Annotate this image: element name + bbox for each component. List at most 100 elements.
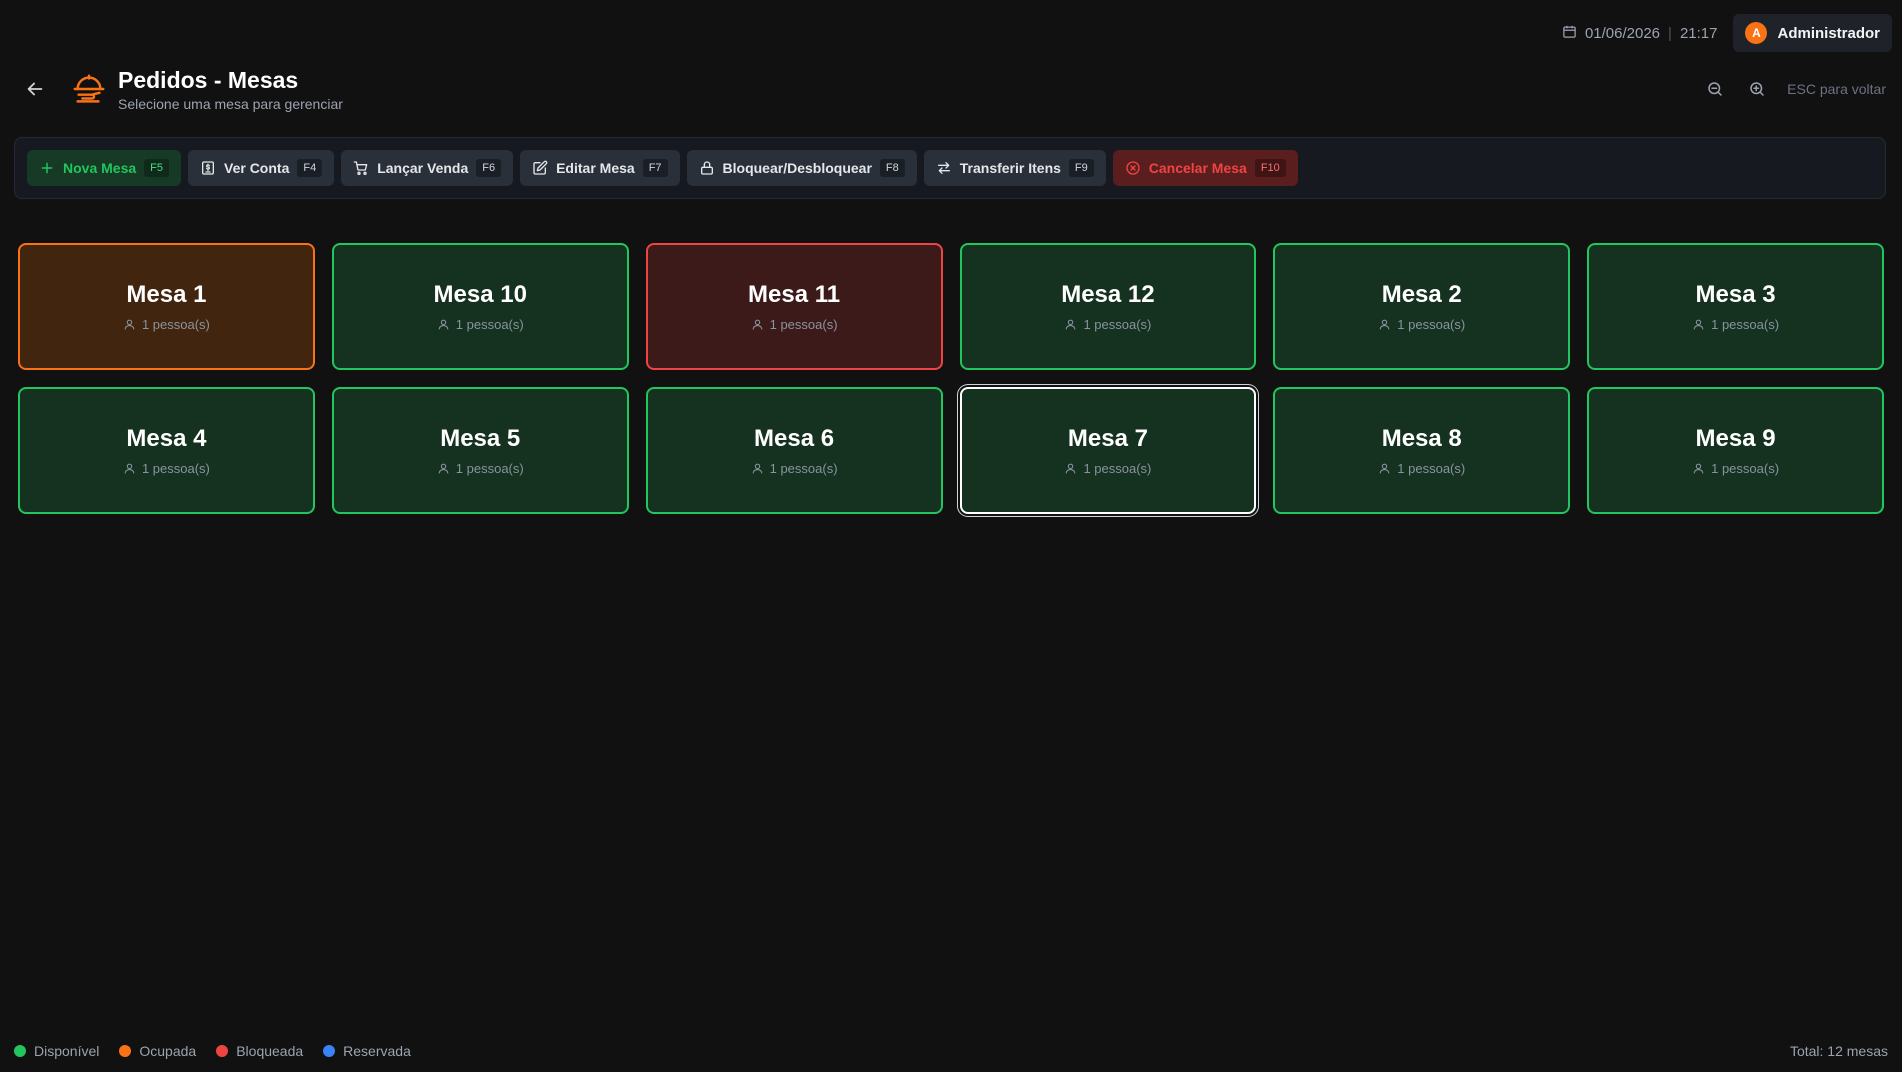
- people-count: 1 pessoa(s): [1711, 461, 1780, 476]
- legend-label: Bloqueada: [236, 1043, 304, 1059]
- table-people: 1 pessoa(s): [1378, 317, 1465, 332]
- person-icon: [1379, 319, 1390, 330]
- table-people: 1 pessoa(s): [751, 461, 838, 476]
- table-card[interactable]: Mesa 9 1 pessoa(s): [1587, 387, 1884, 514]
- person-icon: [438, 463, 449, 474]
- status-dot: [216, 1045, 229, 1057]
- transfer-items-button[interactable]: Transferir Itens F9: [923, 150, 1106, 186]
- legend-item-ocupada: Ocupada: [119, 1043, 196, 1059]
- datetime: 01/06/2026 | 21:17: [1562, 24, 1718, 43]
- new-table-button[interactable]: Nova Mesa F5: [27, 150, 181, 186]
- person-icon: [752, 319, 762, 330]
- button-label: Cancelar Mesa: [1148, 160, 1247, 176]
- table-card[interactable]: Mesa 2 1 pessoa(s): [1273, 243, 1571, 370]
- launch-sale-button[interactable]: Lançar Venda F6: [341, 150, 514, 186]
- table-people: 1 pessoa(s): [1064, 461, 1151, 476]
- table-name: Mesa 5: [440, 425, 521, 452]
- zoom-in-icon: [1750, 82, 1764, 96]
- cancel-circle-icon: [1126, 161, 1140, 175]
- shortcut-key: F8: [879, 159, 905, 177]
- zoom-out-button[interactable]: [1703, 77, 1727, 101]
- table-name: Mesa 9: [1695, 425, 1776, 452]
- table-people: 1 pessoa(s): [751, 317, 838, 332]
- page-header: Pedidos - Mesas Selecione uma mesa para …: [22, 64, 1886, 114]
- person-icon: [1066, 463, 1076, 474]
- cart-icon: [353, 161, 368, 175]
- table-card[interactable]: Mesa 5 1 pessoa(s): [331, 387, 629, 514]
- table-name: Mesa 1: [126, 281, 207, 308]
- table-people: 1 pessoa(s): [1692, 317, 1779, 332]
- person-icon: [752, 463, 762, 474]
- table-people: 1 pessoa(s): [1692, 461, 1779, 476]
- table-people: 1 pessoa(s): [437, 317, 524, 332]
- people-count: 1 pessoa(s): [141, 461, 210, 476]
- table-name: Mesa 12: [1061, 281, 1155, 308]
- esc-hint: ESC para voltar: [1787, 81, 1886, 97]
- table-card[interactable]: Mesa 3 1 pessoa(s): [1587, 243, 1884, 370]
- table-card[interactable]: Mesa 4 1 pessoa(s): [18, 387, 315, 514]
- people-count: 1 pessoa(s): [455, 461, 524, 476]
- table-people: 1 pessoa(s): [437, 461, 524, 476]
- people-count: 1 pessoa(s): [769, 317, 838, 332]
- receipt-icon: [202, 161, 214, 175]
- time-text: 21:17: [1679, 24, 1718, 42]
- total-count: Total: 12 mesas: [1789, 1043, 1888, 1059]
- title-block: Pedidos - Mesas Selecione uma mesa para …: [118, 66, 343, 112]
- legend-label: Ocupada: [139, 1043, 197, 1059]
- people-count: 1 pessoa(s): [455, 317, 524, 332]
- legend-label: Disponível: [34, 1043, 100, 1059]
- person-icon: [438, 319, 449, 330]
- edit-table-button[interactable]: Editar Mesa F7: [520, 150, 680, 186]
- page-subtitle: Selecione uma mesa para gerenciar: [118, 96, 343, 112]
- table-card[interactable]: Mesa 12 1 pessoa(s): [959, 243, 1257, 370]
- back-button[interactable]: [22, 76, 48, 102]
- transfer-icon: [937, 162, 950, 174]
- table-name: Mesa 10: [433, 281, 527, 308]
- table-card[interactable]: Mesa 6 1 pessoa(s): [645, 387, 943, 514]
- zoom-in-button[interactable]: [1745, 77, 1769, 101]
- table-people: 1 pessoa(s): [123, 317, 210, 332]
- table-name: Mesa 2: [1381, 281, 1462, 308]
- button-label: Transferir Itens: [959, 160, 1061, 176]
- table-card-selected[interactable]: Mesa 7 1 pessoa(s): [959, 387, 1257, 514]
- legend-item-reservada: Reservada: [323, 1043, 411, 1059]
- table-card[interactable]: Mesa 1 1 pessoa(s): [18, 243, 315, 370]
- person-icon: [1693, 463, 1704, 474]
- people-count: 1 pessoa(s): [1083, 317, 1152, 332]
- plus-icon: [41, 162, 53, 174]
- status-dot: [14, 1045, 26, 1057]
- table-card[interactable]: Mesa 8 1 pessoa(s): [1273, 387, 1571, 514]
- table-name: Mesa 6: [754, 425, 835, 452]
- shortcut-key: F10: [1254, 159, 1286, 177]
- people-count: 1 pessoa(s): [769, 461, 838, 476]
- table-name: Mesa 3: [1695, 281, 1776, 308]
- people-count: 1 pessoa(s): [1397, 317, 1466, 332]
- table-people: 1 pessoa(s): [1064, 317, 1151, 332]
- tables-grid: Mesa 1 1 pessoa(s) Mesa 10 1 pessoa(s) M…: [18, 243, 1884, 514]
- legend-item-disponivel: Disponível: [14, 1043, 99, 1059]
- table-people: 1 pessoa(s): [1378, 461, 1465, 476]
- date-text: 01/06/2026: [1584, 24, 1661, 42]
- datetime-separator: |: [1668, 24, 1672, 42]
- header-actions: ESC para voltar: [1703, 77, 1886, 101]
- avatar: A: [1745, 22, 1768, 44]
- person-icon: [1379, 463, 1390, 474]
- table-name: Mesa 8: [1381, 425, 1462, 452]
- lock-unlock-button[interactable]: Bloquear/Desbloquear F8: [686, 150, 917, 186]
- table-card[interactable]: Mesa 11 1 pessoa(s): [645, 243, 943, 370]
- view-bill-button[interactable]: Ver Conta F4: [188, 150, 335, 186]
- people-count: 1 pessoa(s): [1397, 461, 1466, 476]
- people-count: 1 pessoa(s): [1083, 461, 1152, 476]
- action-toolbar: Nova Mesa F5 Ver Conta F4 Lançar Venda F…: [14, 137, 1886, 199]
- button-label: Lançar Venda: [377, 160, 469, 176]
- table-people: 1 pessoa(s): [123, 461, 210, 476]
- table-name: Mesa 4: [126, 425, 207, 452]
- shortcut-key: F5: [144, 159, 169, 177]
- table-name: Mesa 11: [748, 281, 841, 308]
- user-menu-button[interactable]: A Administrador: [1733, 14, 1892, 52]
- status-dot: [119, 1045, 132, 1057]
- table-card[interactable]: Mesa 10 1 pessoa(s): [331, 243, 629, 370]
- cancel-table-button[interactable]: Cancelar Mesa F10: [1112, 150, 1298, 186]
- legend-label: Reservada: [343, 1043, 411, 1059]
- button-label: Bloquear/Desbloquear: [722, 160, 872, 176]
